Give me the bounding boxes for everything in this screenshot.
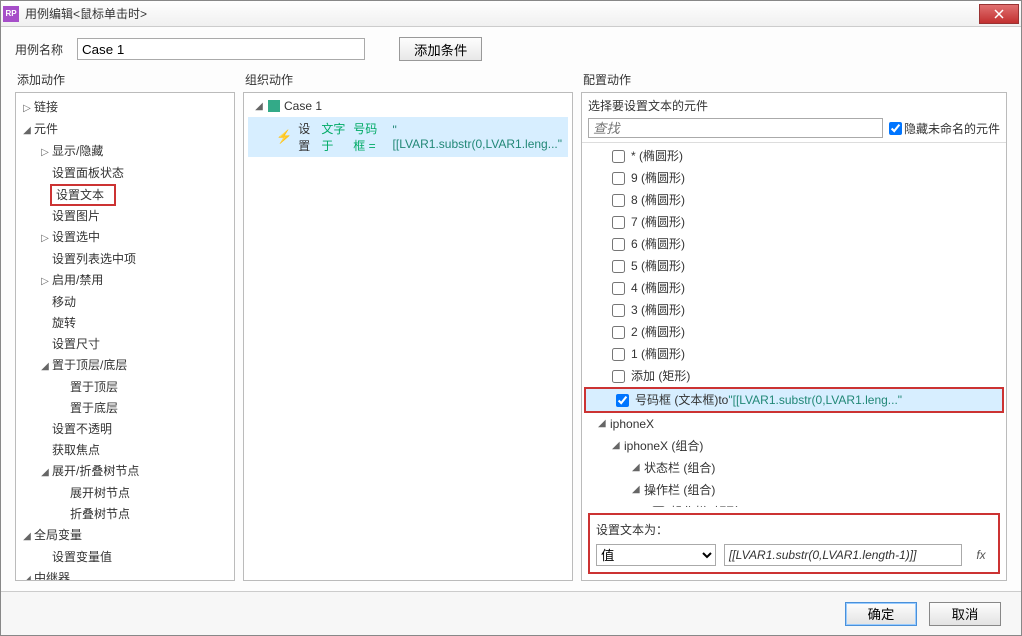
chevron-down-icon[interactable]: ◢ <box>612 437 622 455</box>
mid-col-title: 组织动作 <box>243 71 573 88</box>
case-icon <box>268 100 280 112</box>
tree-setsize[interactable]: 设置尺寸 <box>50 337 102 351</box>
tree-panelstate[interactable]: 设置面板状态 <box>50 166 126 180</box>
action-row[interactable]: ⚡ 设置 文字于 号码框 = "[[LVAR1.substr(0,LVAR1.l… <box>248 117 568 157</box>
chevron-down-icon[interactable]: ◢ <box>632 459 642 477</box>
chevron-down-icon[interactable]: ◢ <box>254 101 264 112</box>
chevron-right-icon[interactable]: ▷ <box>40 142 50 163</box>
list-item[interactable]: 1 (椭圆形) <box>582 343 1006 365</box>
list-item[interactable]: 6 (椭圆形) <box>582 233 1006 255</box>
tree-collapsenode[interactable]: 折叠树节点 <box>68 507 132 521</box>
tree-setimage[interactable]: 设置图片 <box>50 209 102 223</box>
right-col-title: 配置动作 <box>581 71 1007 88</box>
tree-setvar[interactable]: 设置变量值 <box>50 550 114 564</box>
action-pre: 设置 <box>298 120 315 154</box>
tree-widget[interactable]: 元件 <box>32 122 60 136</box>
group-iphonex[interactable]: ◢iphoneX <box>582 413 1006 435</box>
hide-unnamed-toggle[interactable]: 隐藏未命名的元件 <box>889 120 1000 137</box>
tree-focus[interactable]: 获取焦点 <box>50 443 102 457</box>
list-item[interactable]: 操作栏 (矩形) <box>582 501 1006 507</box>
value-expression-input[interactable]: [[LVAR1.substr(0,LVAR1.length-1)]] <box>724 544 962 566</box>
fx-button[interactable]: fx <box>970 548 992 562</box>
chevron-down-icon[interactable]: ◢ <box>598 415 608 433</box>
app-icon: RP <box>3 6 19 22</box>
list-item[interactable]: 7 (椭圆形) <box>582 211 1006 233</box>
value-type-select[interactable]: 值 <box>596 544 716 566</box>
tree-setselected[interactable]: 设置选中 <box>50 230 102 244</box>
set-text-as-label: 设置文本为： <box>596 521 992 538</box>
tree-expandnode[interactable]: 展开树节点 <box>68 486 132 500</box>
tree-globalvar[interactable]: 全局变量 <box>32 528 84 542</box>
case-label: Case 1 <box>284 99 322 113</box>
group-statusbar[interactable]: ◢状态栏 (组合) <box>582 457 1006 479</box>
list-item[interactable]: 3 (椭圆形) <box>582 299 1006 321</box>
tree-setlistsel[interactable]: 设置列表选中项 <box>50 252 138 266</box>
ok-button[interactable]: 确定 <box>845 602 917 626</box>
window-title: 用例编辑<鼠标单击时> <box>25 5 979 22</box>
chevron-right-icon[interactable]: ▷ <box>40 228 50 249</box>
tree-link[interactable]: 链接 <box>32 100 60 114</box>
chevron-down-icon[interactable]: ◢ <box>40 462 50 483</box>
group-opsbar[interactable]: ◢操作栏 (组合) <box>582 479 1006 501</box>
tree-enabledisable[interactable]: 启用/禁用 <box>50 273 105 287</box>
list-item[interactable]: 9 (椭圆形) <box>582 167 1006 189</box>
hide-unnamed-checkbox[interactable] <box>889 122 902 135</box>
search-input[interactable] <box>588 118 883 138</box>
tree-opacity[interactable]: 设置不透明 <box>50 422 114 436</box>
tree-settext[interactable]: 设置文本 <box>50 184 116 206</box>
list-item[interactable]: 8 (椭圆形) <box>582 189 1006 211</box>
tree-treenodes[interactable]: 展开/折叠树节点 <box>50 464 141 478</box>
group-iphonex-inner[interactable]: ◢iphoneX (组合) <box>582 435 1006 457</box>
chevron-right-icon[interactable]: ▷ <box>40 271 50 292</box>
tree-move[interactable]: 移动 <box>50 295 78 309</box>
chevron-down-icon[interactable]: ◢ <box>22 526 32 547</box>
cancel-button[interactable]: 取消 <box>929 602 1001 626</box>
tree-showhide[interactable]: 显示/隐藏 <box>50 144 105 158</box>
add-condition-button[interactable]: 添加条件 <box>399 37 482 61</box>
close-button[interactable] <box>979 4 1019 24</box>
chevron-right-icon[interactable]: ▷ <box>22 98 32 119</box>
left-col-title: 添加动作 <box>15 71 235 88</box>
actions-tree[interactable]: ▷链接 ◢元件 ▷显示/隐藏 设置面板状态 设置文本 设置图片 ▷设置选中 设置… <box>16 93 234 581</box>
chevron-down-icon[interactable]: ◢ <box>22 569 32 581</box>
list-item[interactable]: 5 (椭圆形) <box>582 255 1006 277</box>
chevron-down-icon[interactable]: ◢ <box>40 356 50 377</box>
chevron-down-icon[interactable]: ◢ <box>632 481 642 499</box>
action-target: 号码框 = <box>353 120 386 154</box>
widget-list[interactable]: * (椭圆形) 9 (椭圆形) 8 (椭圆形) 7 (椭圆形) 6 (椭圆形) … <box>582 142 1006 507</box>
case-name-input[interactable] <box>77 38 365 60</box>
list-item[interactable]: 添加 (矩形) <box>582 365 1006 387</box>
action-mid: 文字于 <box>321 120 347 154</box>
list-item[interactable]: 4 (椭圆形) <box>582 277 1006 299</box>
list-item[interactable]: * (椭圆形) <box>582 145 1006 167</box>
tree-tofront[interactable]: 置于顶层 <box>68 380 120 394</box>
bolt-icon: ⚡ <box>276 129 292 145</box>
list-item-numbox[interactable]: 号码框 (文本框) to "[[LVAR1.substr(0,LVAR1.len… <box>586 389 1002 411</box>
tree-rotate[interactable]: 旋转 <box>50 316 78 330</box>
case-row[interactable]: ◢ Case 1 <box>248 97 568 115</box>
list-item[interactable]: 2 (椭圆形) <box>582 321 1006 343</box>
tree-layer[interactable]: 置于顶层/底层 <box>50 358 129 372</box>
action-expr: "[[LVAR1.substr(0,LVAR1.leng..." <box>393 123 562 151</box>
tree-toback[interactable]: 置于底层 <box>68 401 120 415</box>
tree-repeater[interactable]: 中继器 <box>32 571 72 581</box>
select-widget-label: 选择要设置文本的元件 <box>582 93 1006 118</box>
case-name-label: 用例名称 <box>15 41 63 58</box>
chevron-down-icon[interactable]: ◢ <box>22 120 32 141</box>
